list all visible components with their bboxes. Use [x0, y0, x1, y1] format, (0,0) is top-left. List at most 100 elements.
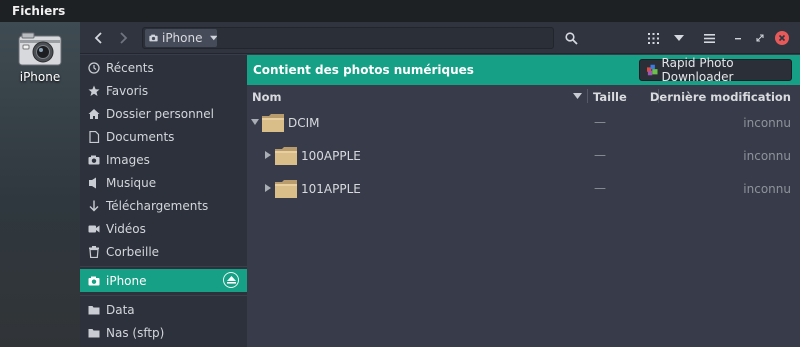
maximize-icon — [756, 34, 764, 42]
camera-icon — [88, 275, 100, 287]
file-name: DCIM — [288, 116, 320, 130]
search-icon — [564, 31, 578, 45]
desktop-icon-label: iPhone — [19, 70, 61, 84]
chevron-right-icon — [120, 32, 128, 44]
eject-icon — [226, 276, 236, 284]
file-row-dcim[interactable]: DCIM — inconnu — [247, 107, 800, 140]
sidebar-item-label: iPhone — [106, 273, 147, 288]
desktop-iphone-icon[interactable]: iPhone — [8, 32, 72, 84]
sidebar-item-label: Images — [106, 152, 150, 167]
view-options-button[interactable] — [668, 27, 690, 49]
file-row-100apple[interactable]: 100APPLE — inconnu — [247, 140, 800, 173]
expander-expanded-icon[interactable] — [251, 118, 259, 126]
sidebar-item-images[interactable]: Images — [80, 148, 247, 171]
back-button[interactable] — [88, 27, 110, 49]
sidebar-item-iphone[interactable]: iPhone — [80, 269, 247, 292]
file-row-101apple[interactable]: 101APPLE — inconnu — [247, 173, 800, 206]
music-icon — [88, 177, 100, 189]
sidebar-item-label: Data — [106, 302, 135, 317]
sidebar-item-telechargements[interactable]: Téléchargements — [80, 194, 247, 217]
file-manager-window: iPhone Récents Favoris Dossier personnel… — [80, 22, 800, 347]
file-modified: inconnu — [743, 182, 791, 196]
sidebar: Récents Favoris Dossier personnel Docume… — [80, 55, 247, 347]
chevron-left-icon — [94, 32, 102, 44]
grid-view-icon — [647, 32, 659, 44]
file-size: — — [594, 115, 606, 129]
hamburger-menu-icon — [703, 33, 715, 43]
folder-icon — [275, 147, 297, 165]
folder-icon — [275, 180, 297, 198]
sidebar-separator — [80, 266, 247, 267]
expander-collapsed-icon[interactable] — [264, 151, 272, 159]
sidebar-item-label: Corbeille — [106, 244, 160, 259]
close-icon — [778, 34, 786, 42]
triangle-down-icon — [209, 35, 217, 41]
info-bar: Contient des photos numériques Rapid Pho… — [247, 55, 800, 85]
document-icon — [88, 130, 100, 143]
rapid-photo-downloader-label: Rapid Photo Downloader — [661, 56, 734, 84]
sidebar-item-label: Nas (sftp) — [106, 325, 165, 340]
sidebar-item-label: Vidéos — [106, 221, 146, 236]
file-modified: inconnu — [743, 149, 791, 163]
sort-triangle-down-icon[interactable] — [573, 93, 582, 99]
expander-collapsed-icon[interactable] — [264, 184, 272, 192]
minimize-icon — [735, 38, 741, 40]
path-button-label: iPhone — [161, 31, 203, 45]
file-modified: inconnu — [743, 116, 791, 130]
forward-button[interactable] — [112, 27, 134, 49]
grid-view-button[interactable] — [642, 27, 664, 49]
sidebar-separator — [80, 295, 247, 296]
download-icon — [88, 200, 100, 212]
column-name-header[interactable]: Nom — [252, 90, 282, 104]
triangle-down-icon — [674, 35, 684, 41]
path-button-iphone[interactable]: iPhone — [145, 29, 217, 47]
camera-icon — [149, 34, 158, 42]
top-bar: Fichiers — [0, 0, 800, 22]
search-button[interactable] — [560, 27, 582, 49]
desktop: iPhone — [0, 22, 80, 347]
trash-icon — [88, 245, 100, 258]
sidebar-item-label: Récents — [106, 60, 154, 75]
camera-device-icon — [18, 32, 62, 66]
sidebar-item-favoris[interactable]: Favoris — [80, 79, 247, 102]
rapid-photo-downloader-icon — [647, 64, 658, 76]
star-icon — [88, 85, 100, 97]
file-size: — — [594, 181, 606, 195]
folder-icon — [88, 304, 100, 316]
sidebar-item-documents[interactable]: Documents — [80, 125, 247, 148]
sidebar-item-nas[interactable]: Nas (sftp) — [80, 321, 247, 344]
main-content: Contient des photos numériques Rapid Pho… — [247, 55, 800, 347]
sidebar-item-label: Téléchargements — [106, 198, 209, 213]
folder-icon — [88, 327, 100, 339]
app-name[interactable]: Fichiers — [12, 4, 65, 18]
camera-icon — [88, 154, 100, 166]
menu-button[interactable] — [698, 27, 720, 49]
info-bar-message: Contient des photos numériques — [253, 63, 474, 77]
rapid-photo-downloader-button[interactable]: Rapid Photo Downloader — [639, 56, 792, 84]
sidebar-item-label: Dossier personnel — [106, 106, 215, 121]
header-bar: iPhone — [80, 22, 800, 54]
column-size-header[interactable]: Taille — [593, 90, 627, 104]
sidebar-item-label: Musique — [106, 175, 157, 190]
maximize-button[interactable] — [753, 31, 767, 45]
sidebar-item-musique[interactable]: Musique — [80, 171, 247, 194]
sidebar-item-label: Favoris — [106, 83, 149, 98]
file-size: — — [594, 148, 606, 162]
eject-button[interactable] — [223, 272, 239, 288]
column-modified-header[interactable]: Dernière modification — [650, 90, 791, 104]
folder-icon — [262, 114, 284, 132]
home-icon — [88, 108, 100, 120]
path-bar: iPhone — [142, 27, 554, 49]
sidebar-item-home[interactable]: Dossier personnel — [80, 102, 247, 125]
sidebar-item-data[interactable]: Data — [80, 298, 247, 321]
column-separator — [587, 89, 588, 103]
video-icon — [88, 223, 100, 235]
sidebar-item-label: Documents — [106, 129, 175, 144]
sidebar-item-corbeille[interactable]: Corbeille — [80, 240, 247, 263]
clock-icon — [88, 61, 100, 74]
sidebar-item-recents[interactable]: Récents — [80, 56, 247, 79]
sidebar-item-videos[interactable]: Vidéos — [80, 217, 247, 240]
minimize-button[interactable] — [731, 31, 745, 45]
file-name: 100APPLE — [301, 149, 361, 163]
close-button[interactable] — [775, 31, 789, 45]
